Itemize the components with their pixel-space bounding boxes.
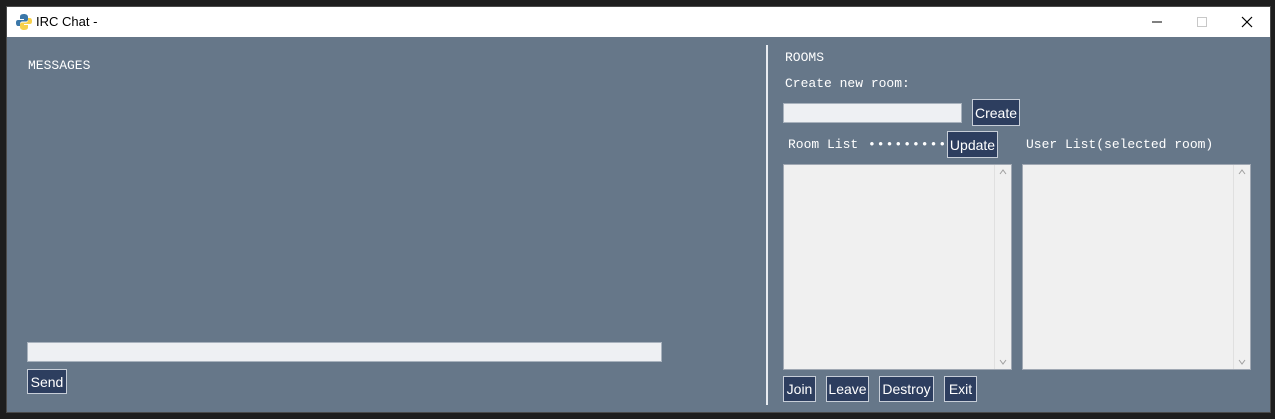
create-room-label: Create new room: bbox=[785, 76, 910, 91]
scroll-up-arrow-icon[interactable] bbox=[999, 168, 1007, 176]
join-button[interactable]: Join bbox=[783, 376, 816, 402]
message-input[interactable] bbox=[27, 342, 662, 362]
scroll-down-arrow-icon[interactable] bbox=[1238, 358, 1246, 366]
leave-button[interactable]: Leave bbox=[826, 376, 869, 402]
create-room-button[interactable]: Create bbox=[972, 99, 1020, 126]
close-icon bbox=[1241, 16, 1253, 28]
scroll-down-arrow-icon[interactable] bbox=[999, 358, 1007, 366]
user-list-label: User List(selected room) bbox=[1026, 137, 1214, 152]
maximize-icon bbox=[1197, 17, 1207, 27]
window-title: IRC Chat - bbox=[36, 14, 98, 29]
minimize-icon bbox=[1152, 21, 1162, 23]
new-room-input[interactable] bbox=[783, 103, 962, 123]
user-list-scrollbar[interactable] bbox=[1233, 165, 1250, 369]
update-button[interactable]: Update bbox=[947, 131, 998, 158]
python-icon bbox=[15, 13, 33, 31]
destroy-button[interactable]: Destroy bbox=[879, 376, 934, 402]
room-list-label: Room List bbox=[788, 137, 859, 152]
minimize-button[interactable] bbox=[1134, 7, 1180, 37]
maximize-button[interactable] bbox=[1179, 7, 1225, 37]
room-list-dots: ••••••••• bbox=[868, 137, 948, 152]
messages-heading: MESSAGES bbox=[28, 58, 91, 73]
user-list-box[interactable] bbox=[1022, 164, 1251, 370]
pane-divider bbox=[766, 45, 768, 405]
exit-button[interactable]: Exit bbox=[944, 376, 977, 402]
send-button[interactable]: Send bbox=[27, 369, 67, 394]
scroll-up-arrow-icon[interactable] bbox=[1238, 168, 1246, 176]
rooms-heading: ROOMS bbox=[785, 50, 825, 65]
title-bar[interactable]: IRC Chat - bbox=[7, 7, 1270, 37]
room-list-scrollbar[interactable] bbox=[994, 165, 1011, 369]
irc-chat-window: IRC Chat - MESSAGES Send ROOMS Create ne… bbox=[6, 6, 1271, 413]
room-list-box[interactable] bbox=[783, 164, 1012, 370]
close-button[interactable] bbox=[1224, 7, 1270, 37]
